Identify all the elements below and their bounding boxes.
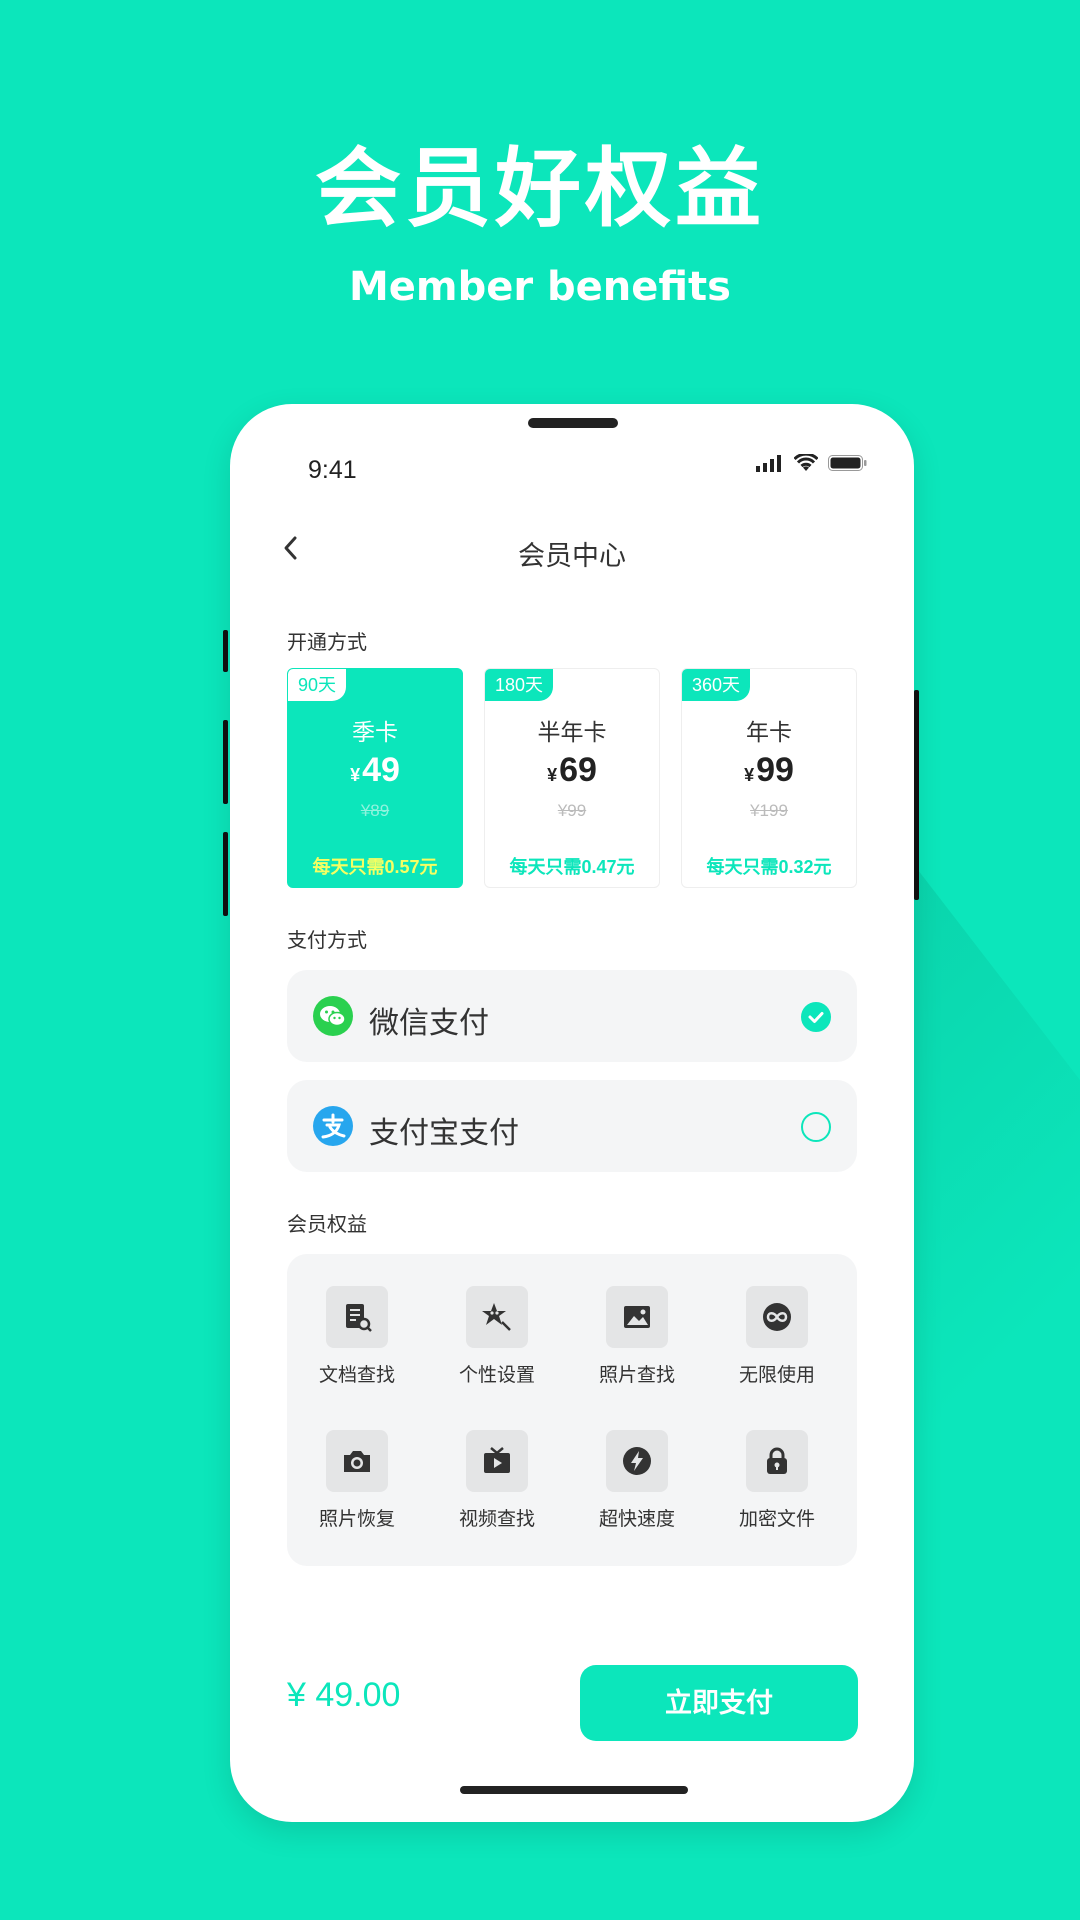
plan-card-half-year[interactable]: 180天 半年卡 ¥69 ¥99 每天只需0.47元	[484, 668, 660, 888]
hero-title: 会员好权益	[315, 139, 765, 239]
lock-icon	[746, 1430, 808, 1492]
benefit-label: 视频查找	[458, 1509, 535, 1530]
payment-option-label: 支付宝支付	[369, 1117, 519, 1150]
status-icons	[756, 454, 868, 472]
pay-now-button[interactable]: 立即支付	[580, 1665, 858, 1741]
tv-icon	[466, 1430, 528, 1492]
personalize-icon	[466, 1286, 528, 1348]
plan-price-value: 69	[559, 751, 597, 789]
benefit-item: 照片查找	[567, 1286, 707, 1387]
camera-icon	[326, 1430, 388, 1492]
home-indicator	[460, 1786, 688, 1794]
plan-price: ¥49	[288, 751, 462, 790]
phone-side-button	[914, 690, 919, 900]
lightning-icon	[606, 1430, 668, 1492]
radio-unchecked[interactable]	[801, 1112, 831, 1142]
signal-icon	[756, 455, 781, 472]
total-price: ¥ 49.00	[287, 1676, 401, 1714]
image-icon	[606, 1286, 668, 1348]
plan-duration-tag: 360天	[682, 669, 751, 701]
currency-symbol: ¥	[547, 765, 558, 785]
benefit-label: 文档查找	[318, 1365, 395, 1386]
battery-icon	[828, 455, 867, 471]
section-label-benefits: 会员权益	[287, 1214, 367, 1236]
wifi-icon	[794, 454, 818, 471]
benefit-item: 超快速度	[567, 1430, 707, 1531]
benefit-item: 视频查找	[427, 1430, 567, 1531]
phone-side-button	[223, 630, 228, 672]
section-label-payment: 支付方式	[287, 930, 367, 952]
payment-option-wechat[interactable]: 微信支付	[287, 970, 857, 1062]
plan-name: 年卡	[746, 719, 792, 745]
status-time: 9:41	[308, 456, 357, 484]
benefit-item: 文档查找	[287, 1286, 427, 1387]
benefit-label: 个性设置	[458, 1365, 535, 1386]
plan-original-price: ¥199	[750, 801, 788, 820]
hero-subtitle: Member benefits	[349, 264, 731, 310]
plan-card-year[interactable]: 360天 年卡 ¥99 ¥199 每天只需0.32元	[681, 668, 857, 888]
page-title: 会员中心	[518, 541, 626, 571]
benefit-label: 无限使用	[738, 1365, 815, 1386]
plan-card-quarter[interactable]: 90天 季卡 ¥49 ¥89 每天只需0.57元	[287, 668, 463, 888]
phone-side-button	[223, 720, 228, 804]
plan-daily-cost: 每天只需0.32元	[706, 857, 832, 877]
currency-symbol: ¥	[744, 765, 755, 785]
phone-side-button	[223, 832, 228, 916]
benefit-label: 照片查找	[598, 1365, 675, 1386]
plan-price-value: 49	[362, 751, 400, 789]
benefits-grid: 文档查找 个性设置 照片查找 无限使用 照片恢复 视频查找 超快速度 加密文件	[287, 1254, 857, 1566]
plan-name: 半年卡	[537, 719, 607, 745]
benefit-item: 照片恢复	[287, 1430, 427, 1531]
benefit-label: 加密文件	[738, 1509, 815, 1530]
plan-original-price: ¥89	[360, 801, 390, 820]
wechat-bubbles-icon	[320, 1006, 346, 1027]
benefit-item: 无限使用	[707, 1286, 847, 1387]
phone-notch	[528, 418, 618, 428]
plan-name: 季卡	[352, 719, 398, 745]
section-label-plans: 开通方式	[287, 632, 367, 654]
wechat-pay-icon	[313, 996, 353, 1036]
plan-price: ¥99	[682, 751, 856, 790]
benefit-item: 个性设置	[427, 1286, 567, 1387]
benefit-item: 加密文件	[707, 1430, 847, 1531]
plan-daily-cost: 每天只需0.57元	[312, 857, 438, 877]
plan-original-price: ¥99	[557, 801, 587, 820]
check-icon	[808, 1012, 824, 1023]
alipay-icon	[313, 1106, 353, 1146]
payment-option-label: 微信支付	[369, 1007, 489, 1040]
currency-symbol: ¥	[350, 765, 361, 785]
plan-duration-tag: 90天	[288, 669, 347, 701]
radio-checked[interactable]	[801, 1002, 831, 1032]
alipay-mark-icon	[321, 1113, 346, 1139]
infinity-icon	[746, 1286, 808, 1348]
plan-daily-cost: 每天只需0.47元	[509, 857, 635, 877]
plan-price: ¥69	[485, 751, 659, 790]
document-search-icon	[326, 1286, 388, 1348]
plan-duration-tag: 180天	[485, 669, 554, 701]
phone-frame: 9:41 会员中心 开通方式 90天 季卡 ¥49 ¥89 每天只需0.57元	[230, 404, 914, 1822]
payment-option-alipay[interactable]: 支付宝支付	[287, 1080, 857, 1172]
benefit-label: 超快速度	[598, 1509, 675, 1530]
plan-price-value: 99	[756, 751, 794, 789]
benefit-label: 照片恢复	[318, 1509, 395, 1530]
